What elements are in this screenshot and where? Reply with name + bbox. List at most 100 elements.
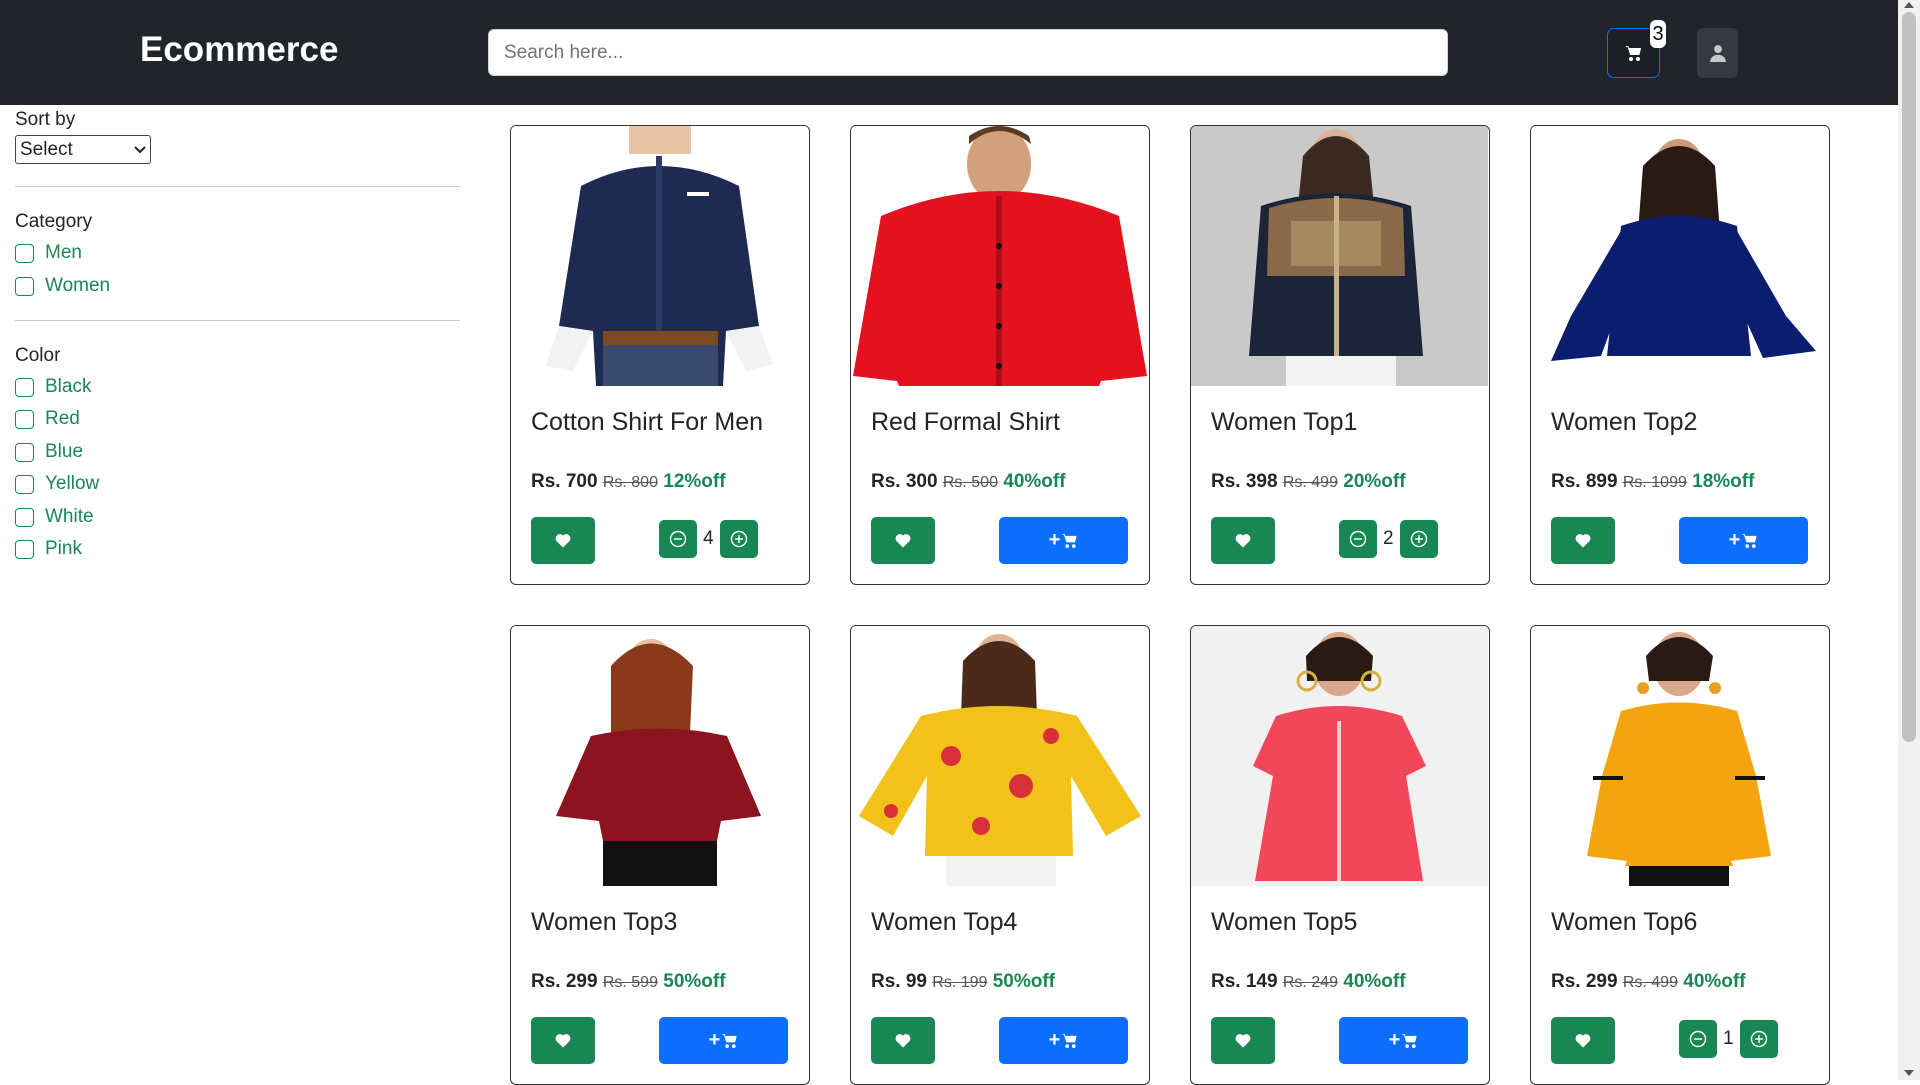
product-discount: 50%off [663, 971, 726, 992]
add-to-cart-plus: + [708, 1029, 721, 1051]
checkbox-label[interactable]: Yellow [45, 473, 99, 495]
plus-circle-icon [1410, 530, 1427, 548]
checkbox-label[interactable]: White [45, 506, 94, 528]
product-image[interactable] [851, 126, 1148, 386]
checkbox-box[interactable] [15, 539, 34, 559]
product-card: Women Top5 Rs. 149 Rs. 249 40%off + [1190, 625, 1490, 1085]
price-row: Rs. 149 Rs. 249 40%off [1211, 971, 1406, 993]
checkbox-label[interactable]: Black [45, 376, 91, 398]
quantity-stepper: 1 [1679, 1020, 1778, 1058]
plus-circle-icon [730, 530, 747, 548]
scroll-up-arrow-icon[interactable] [1904, 2, 1914, 8]
increase-quantity-button[interactable] [1739, 1020, 1778, 1058]
add-to-cart-button[interactable]: + [1339, 1017, 1468, 1064]
cart-icon [1062, 533, 1077, 548]
heart-icon [555, 1034, 571, 1048]
search-input[interactable] [488, 29, 1448, 76]
chevron-down-icon [134, 145, 146, 153]
checkbox-box[interactable] [15, 474, 34, 494]
wishlist-button[interactable] [1211, 517, 1275, 564]
product-title[interactable]: Cotton Shirt For Men [531, 408, 763, 437]
checkbox-box[interactable] [15, 507, 34, 527]
product-card: Women Top3 Rs. 299 Rs. 599 50%off + [510, 625, 810, 1085]
checkbox-label[interactable]: Red [45, 408, 80, 430]
product-mrp: Rs. 500 [942, 474, 998, 491]
page-scrollbar[interactable] [1898, 0, 1920, 1080]
category-men-checkbox[interactable]: Men [15, 240, 82, 266]
add-to-cart-plus: + [1388, 1029, 1401, 1051]
wishlist-button[interactable] [871, 517, 935, 564]
product-title[interactable]: Women Top5 [1211, 908, 1357, 937]
product-discount: 40%off [1003, 471, 1066, 492]
scrollbar-thumb[interactable] [1902, 12, 1916, 742]
checkbox-box[interactable] [15, 442, 34, 462]
checkbox-label[interactable]: Women [45, 275, 110, 297]
product-mrp: Rs. 499 [1282, 474, 1338, 491]
increase-quantity-button[interactable] [719, 520, 758, 558]
increase-quantity-button[interactable] [1399, 520, 1438, 558]
add-to-cart-plus: + [1728, 529, 1741, 551]
brand-logo[interactable]: Ecommerce [140, 30, 338, 70]
decrease-quantity-button[interactable] [1339, 520, 1377, 558]
add-to-cart-button[interactable]: + [999, 1017, 1128, 1064]
quantity-value: 2 [1383, 528, 1394, 549]
heart-icon [555, 534, 571, 548]
minus-circle-icon [1689, 1030, 1707, 1048]
add-to-cart-button[interactable]: + [659, 1017, 788, 1064]
divider [15, 320, 460, 321]
sort-select[interactable]: Select [15, 135, 151, 164]
product-title[interactable]: Women Top1 [1211, 408, 1357, 437]
product-card: Red Formal Shirt Rs. 300 Rs. 500 40%off … [850, 125, 1150, 585]
quantity-value: 4 [703, 528, 714, 549]
checkbox-box[interactable] [15, 377, 34, 397]
add-to-cart-plus: + [1048, 1029, 1061, 1051]
wishlist-button[interactable] [531, 517, 595, 564]
decrease-quantity-button[interactable] [659, 520, 697, 558]
checkbox-label[interactable]: Pink [45, 538, 82, 560]
color-white-checkbox[interactable]: White [15, 504, 94, 530]
price-row: Rs. 299 Rs. 499 40%off [1551, 971, 1746, 993]
heart-icon [1235, 534, 1251, 548]
wishlist-button[interactable] [1551, 517, 1615, 564]
add-to-cart-button[interactable]: + [999, 517, 1128, 564]
product-discount: 40%off [1683, 971, 1746, 992]
product-image[interactable] [1531, 126, 1828, 386]
product-title[interactable]: Women Top6 [1551, 908, 1697, 937]
color-red-checkbox[interactable]: Red [15, 406, 80, 432]
user-button[interactable] [1697, 28, 1738, 78]
product-price: Rs. 899 [1551, 471, 1618, 492]
product-title[interactable]: Women Top3 [531, 908, 677, 937]
checkbox-label[interactable]: Men [45, 242, 82, 264]
checkbox-box[interactable] [15, 409, 34, 429]
cart-icon [722, 1033, 737, 1048]
product-image[interactable] [1531, 626, 1828, 886]
color-yellow-checkbox[interactable]: Yellow [15, 471, 99, 497]
heart-icon [895, 1034, 911, 1048]
product-title[interactable]: Women Top4 [871, 908, 1017, 937]
product-title[interactable]: Red Formal Shirt [871, 408, 1060, 437]
product-mrp: Rs. 800 [602, 474, 658, 491]
quantity-stepper: 4 [659, 520, 758, 558]
checkbox-box[interactable] [15, 276, 34, 296]
product-image[interactable] [851, 626, 1148, 886]
wishlist-button[interactable] [531, 1017, 595, 1064]
product-image[interactable] [1191, 126, 1488, 386]
wishlist-button[interactable] [1551, 1017, 1615, 1064]
scroll-down-arrow-icon[interactable] [1904, 1070, 1914, 1076]
category-women-checkbox[interactable]: Women [15, 273, 110, 299]
decrease-quantity-button[interactable] [1679, 1020, 1717, 1058]
cart-count-badge: 3 [1650, 20, 1666, 48]
product-title[interactable]: Women Top2 [1551, 408, 1697, 437]
product-image[interactable] [511, 126, 808, 386]
product-image[interactable] [511, 626, 808, 886]
add-to-cart-button[interactable]: + [1679, 517, 1808, 564]
color-blue-checkbox[interactable]: Blue [15, 439, 83, 465]
color-black-checkbox[interactable]: Black [15, 374, 91, 400]
checkbox-label[interactable]: Blue [45, 441, 83, 463]
checkbox-box[interactable] [15, 243, 34, 263]
sort-select-value: Select [20, 138, 73, 160]
wishlist-button[interactable] [1211, 1017, 1275, 1064]
color-pink-checkbox[interactable]: Pink [15, 536, 82, 562]
product-image[interactable] [1191, 626, 1488, 886]
wishlist-button[interactable] [871, 1017, 935, 1064]
